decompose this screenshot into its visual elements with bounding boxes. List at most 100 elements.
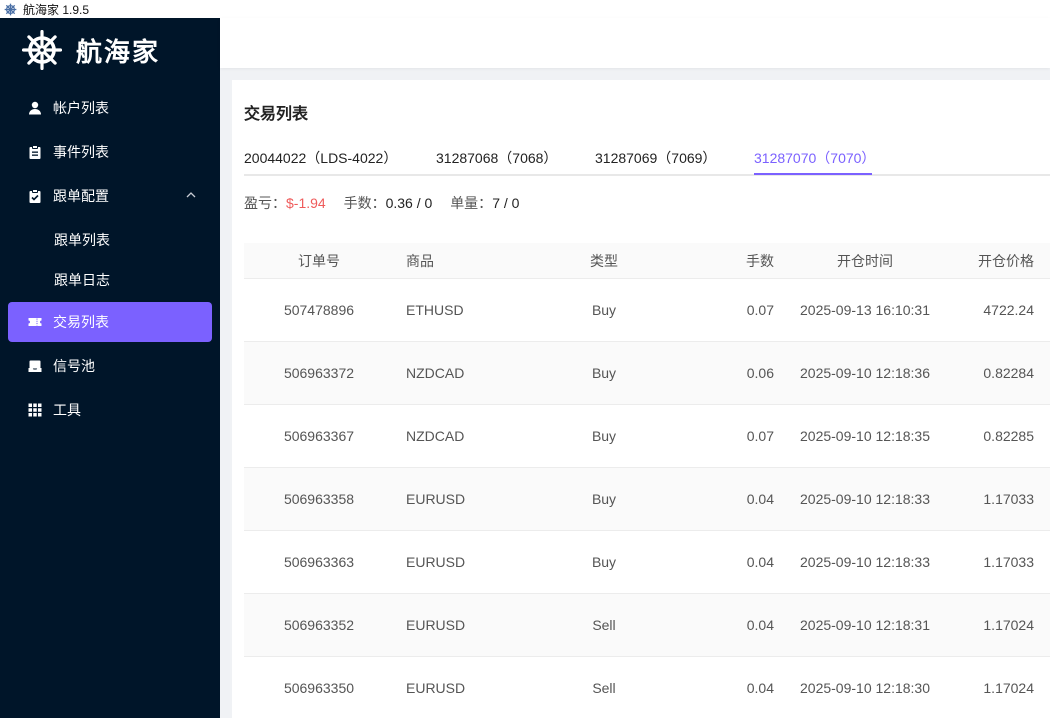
helm-icon bbox=[4, 3, 17, 16]
lots-cell: 0.07 bbox=[746, 302, 774, 318]
order-id-cell: 506963367 bbox=[283, 428, 355, 444]
order-id-cell: 506963358 bbox=[283, 491, 355, 507]
sidebar-menu: 帐户列表 事件列表 跟单配置 跟单列表 跟单日志 交易列表 信号池 工具 bbox=[0, 88, 220, 430]
pnl-label: 盈亏： bbox=[244, 195, 286, 211]
type-cell: Buy bbox=[591, 428, 617, 444]
tab-account-7069[interactable]: 31287069（7069） bbox=[595, 148, 716, 176]
type-cell: Sell bbox=[592, 617, 616, 633]
sidebar: 航海家 帐户列表 事件列表 跟单配置 跟单列表 跟单日志 交易列表 信号池 工具 bbox=[0, 18, 220, 718]
type-cell: Buy bbox=[591, 554, 617, 570]
column-header-lots[interactable]: 手数 bbox=[674, 243, 774, 278]
open-price-cell: 0.82285 bbox=[983, 428, 1034, 444]
sidebar-subitem-label: 跟单日志 bbox=[54, 272, 110, 288]
sidebar-item-label: 事件列表 bbox=[53, 144, 109, 160]
column-header-symbol[interactable]: 商品 bbox=[406, 243, 506, 278]
inbox-icon bbox=[28, 359, 42, 373]
lots-cell: 0.04 bbox=[746, 554, 774, 570]
active-tab-indicator bbox=[754, 173, 872, 175]
open-time-cell: 2025-09-10 12:18:33 bbox=[800, 491, 930, 507]
window-titlebar: 航海家 1.9.5 bbox=[0, 0, 1050, 18]
open-time-cell: 2025-09-10 12:18:35 bbox=[800, 428, 930, 444]
sidebar-subitem-copy-log[interactable]: 跟单日志 bbox=[0, 260, 220, 300]
open-price-cell: 0.82284 bbox=[983, 365, 1034, 381]
type-cell: Buy bbox=[591, 491, 617, 507]
sidebar-item-label: 帐户列表 bbox=[53, 100, 109, 116]
sidebar-item-signal-pool[interactable]: 信号池 bbox=[8, 346, 212, 386]
tab-account-lds-4022[interactable]: 20044022（LDS-4022） bbox=[244, 148, 397, 176]
window-title: 航海家 1.9.5 bbox=[23, 2, 90, 17]
top-header bbox=[220, 18, 1050, 68]
clipboard-check-icon bbox=[28, 189, 42, 203]
sidebar-item-label: 工具 bbox=[53, 402, 81, 418]
order-id-cell: 506963352 bbox=[283, 617, 355, 633]
brand: 航海家 bbox=[0, 18, 220, 82]
table-row[interactable]: 506963352 EURUSD Sell 0.04 2025-09-10 12:18:… bbox=[244, 594, 1050, 657]
tab-account-7068[interactable]: 31287068（7068） bbox=[436, 148, 557, 176]
open-time-cell: 2025-09-13 16:10:31 bbox=[800, 302, 930, 318]
chevron-up-icon bbox=[186, 192, 196, 198]
sidebar-item-label: 跟单配置 bbox=[53, 188, 109, 204]
symbol-cell: NZDCAD bbox=[406, 365, 465, 381]
sidebar-item-accounts[interactable]: 帐户列表 bbox=[8, 88, 212, 128]
column-header-open-price[interactable]: 开仓价格 bbox=[948, 243, 1034, 278]
column-header-order-id[interactable]: 订单号 bbox=[264, 243, 374, 278]
grid-icon bbox=[28, 403, 42, 417]
sidebar-item-copy-config[interactable]: 跟单配置 bbox=[8, 176, 212, 216]
main-content: 交易列表 20044022（LDS-4022） 31287068（7068） 3… bbox=[232, 80, 1050, 718]
type-cell: Sell bbox=[592, 680, 616, 696]
symbol-cell: EURUSD bbox=[406, 554, 466, 570]
symbol-cell: EURUSD bbox=[406, 491, 466, 507]
user-icon bbox=[28, 101, 42, 115]
open-price-cell: 1.17024 bbox=[983, 617, 1034, 633]
table-row[interactable]: 506963367 NZDCAD Buy 0.07 2025-09-10 12:18:3… bbox=[244, 405, 1050, 468]
type-cell: Buy bbox=[591, 302, 617, 318]
sidebar-item-label: 交易列表 bbox=[53, 314, 109, 330]
open-price-cell: 1.17033 bbox=[983, 554, 1034, 570]
clipboard-icon bbox=[28, 145, 42, 159]
symbol-cell: EURUSD bbox=[406, 617, 466, 633]
lots-cell: 0.07 bbox=[746, 428, 774, 444]
account-tabs: 20044022（LDS-4022） 31287068（7068） 312870… bbox=[244, 140, 1050, 176]
brand-name: 航海家 bbox=[76, 37, 161, 68]
lots-label: 手数： bbox=[343, 195, 386, 211]
sidebar-item-trades[interactable]: 交易列表 bbox=[8, 302, 212, 342]
open-price-cell: 4722.24 bbox=[983, 302, 1034, 318]
column-header-type[interactable]: 类型 bbox=[554, 243, 654, 278]
open-time-cell: 2025-09-10 12:18:31 bbox=[800, 617, 930, 633]
order-count-value: 7 / 0 bbox=[492, 195, 520, 211]
open-time-cell: 2025-09-10 12:18:36 bbox=[800, 365, 930, 381]
sidebar-subitem-label: 跟单列表 bbox=[54, 232, 110, 248]
lots-cell: 0.04 bbox=[746, 680, 774, 696]
sidebar-subitem-copy-list[interactable]: 跟单列表 bbox=[0, 220, 220, 260]
order-id-cell: 506963372 bbox=[283, 365, 355, 381]
ship-wheel-logo bbox=[22, 30, 62, 70]
lots-cell: 0.04 bbox=[746, 491, 774, 507]
pnl-value: $-1.94 bbox=[286, 195, 326, 211]
table-row[interactable]: 506963358 EURUSD Buy 0.04 2025-09-10 12:18:3… bbox=[244, 468, 1050, 531]
table-header: 订单号 商品 类型 手数 开仓时间 开仓价格 bbox=[244, 243, 1050, 279]
table-row[interactable]: 506963372 NZDCAD Buy 0.06 2025-09-10 12:18:3… bbox=[244, 342, 1050, 405]
lots-cell: 0.04 bbox=[746, 617, 774, 633]
table-row[interactable]: 506963350 EURUSD Sell 0.04 2025-09-10 12:18:… bbox=[244, 657, 1050, 718]
sidebar-item-label: 信号池 bbox=[53, 358, 95, 374]
sidebar-item-tools[interactable]: 工具 bbox=[8, 390, 212, 430]
trade-summary: 盈亏：$-1.94 手数：0.36 / 0 单量：7 / 0 bbox=[244, 193, 533, 213]
column-header-open-time[interactable]: 开仓时间 bbox=[792, 243, 938, 278]
order-id-cell: 507478896 bbox=[283, 302, 355, 318]
table-body: 507478896 ETHUSD Buy 0.07 2025-09-13 16:10:3… bbox=[244, 279, 1050, 718]
type-cell: Buy bbox=[591, 365, 617, 381]
open-price-cell: 1.17024 bbox=[983, 680, 1034, 696]
ticket-icon bbox=[28, 315, 42, 329]
tab-account-7070[interactable]: 31287070（7070） bbox=[754, 148, 875, 176]
open-time-cell: 2025-09-10 12:18:30 bbox=[800, 680, 930, 696]
open-time-cell: 2025-09-10 12:18:33 bbox=[800, 554, 930, 570]
trades-table: 订单号 商品 类型 手数 开仓时间 开仓价格 507478896 ETHUSD Bu… bbox=[244, 243, 1050, 718]
page-title: 交易列表 bbox=[244, 106, 309, 123]
symbol-cell: NZDCAD bbox=[406, 428, 465, 444]
table-row[interactable]: 507478896 ETHUSD Buy 0.07 2025-09-13 16:10:3… bbox=[244, 279, 1050, 342]
order-id-cell: 506963363 bbox=[283, 554, 355, 570]
open-price-cell: 1.17033 bbox=[983, 491, 1034, 507]
sidebar-item-events[interactable]: 事件列表 bbox=[8, 132, 212, 172]
order-id-cell: 506963350 bbox=[283, 680, 355, 696]
table-row[interactable]: 506963363 EURUSD Buy 0.04 2025-09-10 12:18:3… bbox=[244, 531, 1050, 594]
